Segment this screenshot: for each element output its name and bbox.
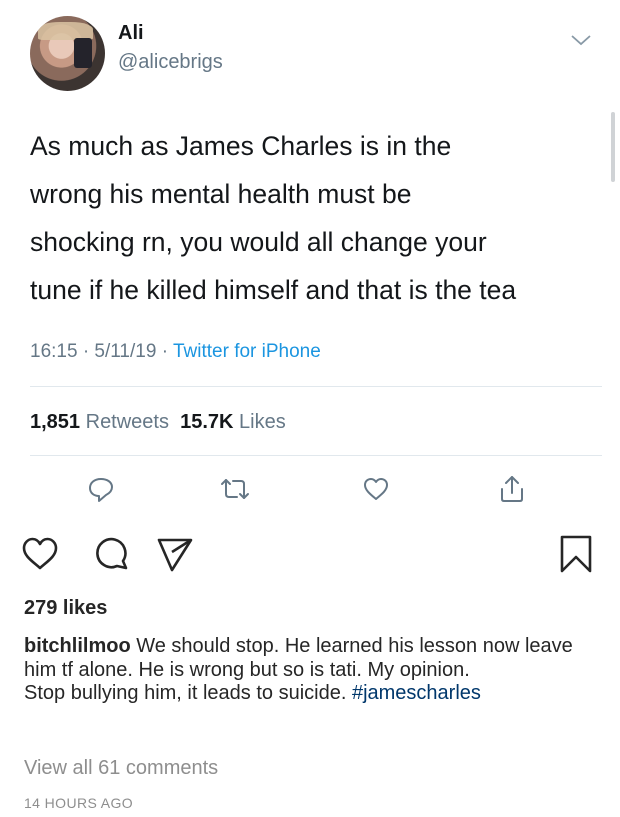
- tweet-stats: 1,851 Retweets 15.7K Likes: [30, 411, 286, 434]
- share-icon[interactable]: [495, 472, 529, 506]
- user-handle[interactable]: @alicebrigs: [118, 51, 223, 74]
- retweets-label: Retweets: [80, 411, 169, 433]
- tweet-timestamp[interactable]: 16:15 · 5/11/19 ·: [30, 341, 173, 362]
- send-icon[interactable]: [155, 534, 195, 574]
- avatar[interactable]: [30, 16, 105, 91]
- bookmark-icon[interactable]: [556, 534, 596, 574]
- likes-count[interactable]: 279 likes: [24, 597, 107, 620]
- tweet-text-line: shocking rn, you would all change your: [30, 227, 487, 257]
- post-timestamp: 14 HOURS AGO: [24, 795, 134, 811]
- divider: [30, 455, 602, 456]
- display-name[interactable]: Ali: [118, 22, 144, 45]
- tweet-card: Ali @alicebrigs As much as James Charles…: [0, 0, 620, 515]
- tweet-text-line: As much as James Charles is in the: [30, 131, 452, 161]
- comment-username[interactable]: bitchlilmoo: [24, 635, 131, 657]
- reply-icon[interactable]: [84, 472, 118, 506]
- view-all-comments-link[interactable]: View all 61 comments: [24, 757, 218, 780]
- scrollbar[interactable]: [611, 112, 615, 182]
- hashtag-link[interactable]: #jamescharles: [352, 682, 481, 704]
- tweet-text-line: wrong his mental health must be: [30, 179, 412, 209]
- caption: bitchlilmoo We should stop. He learned h…: [24, 635, 604, 706]
- divider: [30, 386, 602, 387]
- heart-icon[interactable]: [20, 534, 60, 574]
- tweet-source-link[interactable]: Twitter for iPhone: [173, 341, 321, 362]
- likes-count: 15.7K: [180, 411, 234, 433]
- likes-label: Likes: [233, 411, 286, 433]
- tweet-meta: 16:15 · 5/11/19 · Twitter for iPhone: [30, 341, 321, 363]
- tweet-text: As much as James Charles is in the wrong…: [30, 122, 595, 314]
- like-icon[interactable]: [359, 472, 393, 506]
- retweets-stat[interactable]: 1,851 Retweets: [30, 411, 169, 433]
- avatar-phone: [74, 38, 92, 68]
- chevron-down-icon[interactable]: [568, 30, 594, 50]
- likes-stat[interactable]: 15.7K Likes: [180, 411, 286, 433]
- tweet-text-line: tune if he killed himself and that is th…: [30, 275, 517, 305]
- comment-icon[interactable]: [92, 534, 132, 574]
- retweets-count: 1,851: [30, 411, 81, 433]
- caption-text-line2: Stop bullying him, it leads to suicide.: [24, 682, 352, 704]
- retweet-icon[interactable]: [218, 472, 252, 506]
